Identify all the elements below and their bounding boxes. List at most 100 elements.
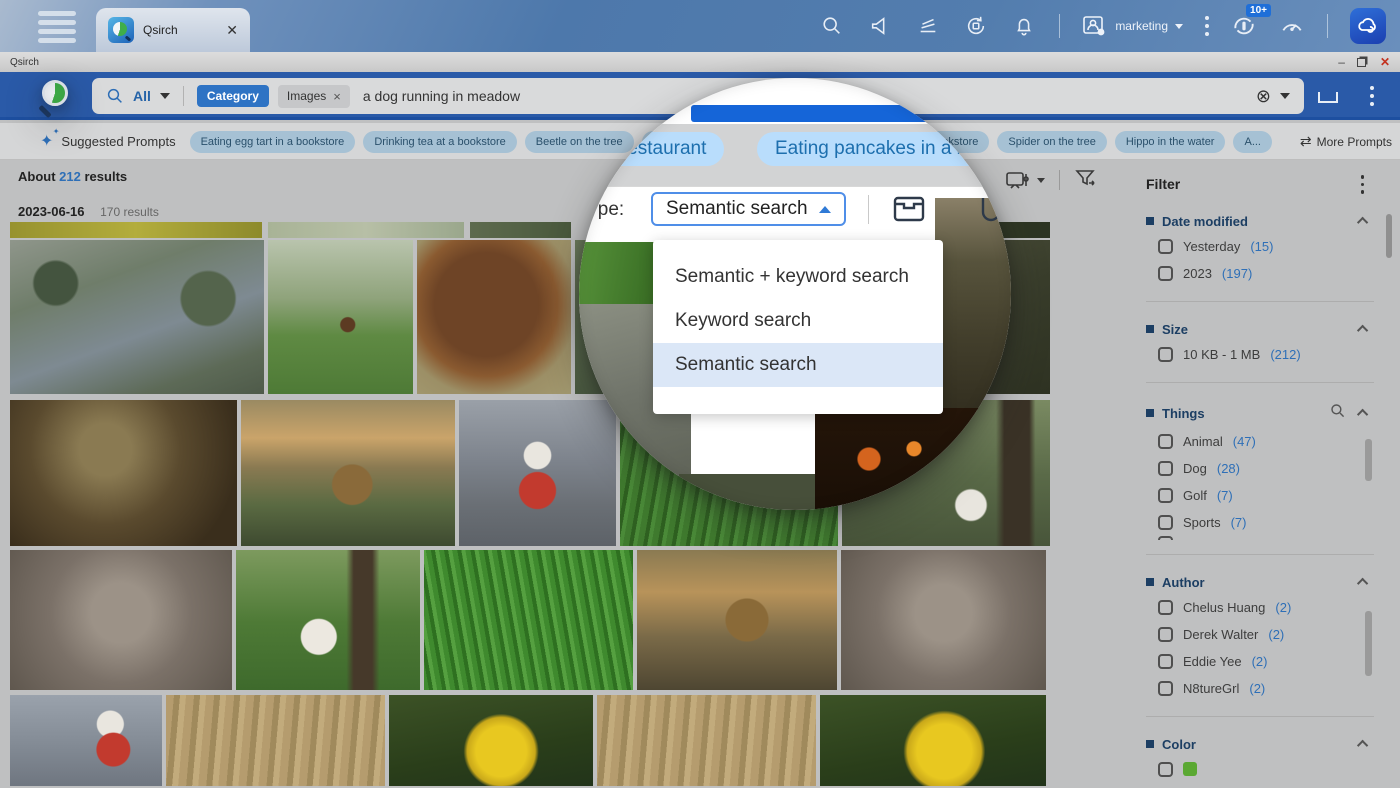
checkbox[interactable] — [1158, 266, 1173, 281]
result-image[interactable] — [389, 695, 593, 786]
myqnapcloud-icon[interactable] — [1350, 8, 1386, 44]
tab-close-icon[interactable]: ✕ — [226, 22, 238, 39]
magnified-prompt-chip[interactable]: a restaurant — [587, 132, 724, 166]
user-menu[interactable]: marketing — [1082, 14, 1183, 38]
filter-item[interactable]: Yesterday(15) — [1158, 233, 1374, 260]
filter-item[interactable]: Eddie Yee(2) — [1158, 648, 1374, 675]
app-tab-qsirch[interactable]: Qsirch ✕ — [96, 8, 250, 52]
checkbox[interactable] — [1158, 762, 1173, 777]
result-image[interactable] — [166, 695, 385, 786]
result-image[interactable] — [268, 222, 464, 238]
checkbox[interactable] — [1158, 488, 1173, 503]
magnified-prompt-chip[interactable]: Eating pancakes in a book — [757, 132, 1011, 166]
filter-item-label: Chelus Huang — [1183, 600, 1265, 615]
section-search-icon[interactable] — [1330, 403, 1346, 424]
search-type-option[interactable]: Semantic + keyword search — [653, 255, 943, 299]
search-scope-selector[interactable]: All — [133, 88, 151, 104]
prompt-chip[interactable]: Drinking tea at a bookstore — [363, 131, 516, 153]
checkbox[interactable] — [1158, 434, 1173, 449]
main-menu-icon[interactable] — [38, 11, 76, 43]
scope-caret-icon[interactable] — [160, 93, 170, 99]
clear-search-icon[interactable]: ⊗ — [1256, 86, 1271, 107]
checkbox[interactable] — [1158, 515, 1173, 530]
checkbox[interactable] — [1158, 681, 1173, 696]
filter-item[interactable]: Derek Walter(2) — [1158, 621, 1374, 648]
filter-item-count: (7) — [1231, 515, 1247, 530]
result-image[interactable] — [10, 400, 237, 546]
filter-item[interactable]: 10 KB - 1 MB(212) — [1158, 341, 1374, 368]
remove-filter-icon[interactable]: × — [333, 89, 341, 104]
collapse-chevron-icon[interactable] — [1357, 740, 1368, 751]
checkbox[interactable] — [1158, 461, 1173, 476]
images-filter-chip[interactable]: Images × — [278, 85, 350, 108]
result-image[interactable] — [10, 240, 264, 394]
result-image[interactable] — [241, 400, 455, 546]
prompt-chip[interactable]: Spider on the tree — [997, 131, 1106, 153]
search-type-option[interactable]: Keyword search — [653, 299, 943, 343]
checkbox[interactable] — [1158, 239, 1173, 254]
collapse-chevron-icon[interactable] — [1357, 325, 1368, 336]
checkbox[interactable] — [1158, 600, 1173, 615]
filter-toggle-button[interactable] — [1074, 167, 1098, 194]
result-image[interactable] — [10, 550, 232, 690]
global-search-icon[interactable] — [819, 13, 845, 39]
checkbox[interactable] — [1158, 627, 1173, 642]
filter-item[interactable]: Animal(47) — [1158, 428, 1374, 455]
notifications-bell-icon[interactable] — [1011, 13, 1037, 39]
filter-section-header[interactable]: Things — [1146, 403, 1374, 424]
resource-monitor-gauge-icon[interactable] — [1279, 13, 1305, 39]
dock-search-bar-icon[interactable] — [1318, 92, 1338, 103]
checkbox[interactable] — [1158, 654, 1173, 669]
archive-box-icon[interactable] — [891, 190, 927, 231]
result-image[interactable] — [841, 550, 1046, 690]
result-image[interactable] — [10, 695, 162, 786]
collapse-chevron-icon[interactable] — [1357, 578, 1368, 589]
filter-item[interactable]: 2023(197) — [1158, 260, 1374, 287]
filter-section-header[interactable]: Date modified — [1146, 214, 1374, 229]
result-image[interactable] — [268, 240, 413, 394]
view-settings-button[interactable] — [1005, 169, 1045, 191]
resource-pin-icon[interactable]: 10+ — [1231, 13, 1257, 39]
result-image[interactable] — [637, 550, 837, 690]
result-image[interactable] — [417, 240, 571, 394]
minimize-button[interactable]: – — [1338, 56, 1345, 68]
section-scrollbar[interactable] — [1365, 433, 1372, 534]
filter-section-header[interactable]: Color — [1146, 737, 1374, 752]
filter-item[interactable]: Chelus Huang(2) — [1158, 594, 1374, 621]
prompt-chip[interactable]: Hippo in the water — [1115, 131, 1226, 153]
prompt-chip[interactable]: Eating egg tart in a bookstore — [190, 131, 356, 153]
prompt-chip[interactable]: A... — [1233, 131, 1272, 153]
filter-item-label: Animal — [1183, 434, 1223, 449]
result-image[interactable] — [10, 222, 262, 238]
result-image[interactable] — [424, 550, 633, 690]
search-options-kebab-icon[interactable] — [1370, 86, 1374, 106]
announcement-icon[interactable] — [867, 13, 893, 39]
result-image[interactable] — [597, 695, 816, 786]
taskbar-kebab-icon[interactable] — [1205, 16, 1209, 36]
filter-section-header[interactable]: Size — [1146, 322, 1374, 337]
filter-item[interactable]: N8tureGrl(2) — [1158, 675, 1374, 702]
search-type-option[interactable]: Semantic search — [653, 343, 943, 387]
qsirch-app-icon — [108, 17, 134, 43]
maximize-button[interactable] — [1357, 58, 1366, 67]
result-image[interactable] — [236, 550, 420, 690]
search-history-caret-icon[interactable] — [1280, 93, 1290, 99]
more-prompts-button[interactable]: ⇄ More Prompts — [1300, 123, 1392, 160]
filter-item[interactable] — [1158, 756, 1374, 783]
sync-icon[interactable] — [963, 13, 989, 39]
checkbox[interactable] — [1158, 347, 1173, 362]
sidebar-scrollbar[interactable] — [1386, 210, 1392, 784]
collapse-chevron-icon[interactable] — [1357, 409, 1368, 420]
search-type-dropdown[interactable]: Semantic search — [651, 192, 846, 226]
result-image[interactable] — [820, 695, 1046, 786]
collapse-chevron-icon[interactable] — [1357, 217, 1368, 228]
close-button[interactable]: ✕ — [1380, 56, 1390, 68]
filter-item[interactable]: Sports(7) — [1158, 509, 1374, 536]
result-image[interactable] — [470, 222, 571, 238]
filter-item[interactable]: Dog(28) — [1158, 455, 1374, 482]
filter-item[interactable]: Golf(7) — [1158, 482, 1374, 509]
background-tasks-icon[interactable] — [915, 13, 941, 39]
section-scrollbar[interactable] — [1365, 605, 1372, 696]
filter-section-header[interactable]: Author — [1146, 575, 1374, 590]
filter-kebab-icon[interactable] — [1361, 175, 1365, 194]
